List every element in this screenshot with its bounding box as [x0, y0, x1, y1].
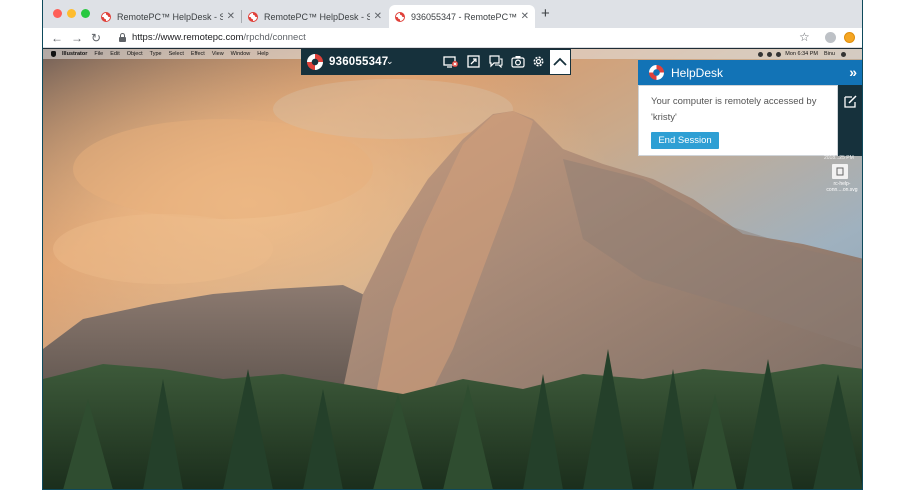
- bookmark-star-icon[interactable]: ☆: [799, 30, 810, 45]
- menubar-item-select[interactable]: Select: [169, 51, 184, 57]
- settings-icon[interactable]: [532, 55, 546, 68]
- menubar-item-view[interactable]: View: [212, 51, 224, 57]
- remotepc-logo-icon: [307, 54, 323, 70]
- tab-title: 936055347 - RemotePC™ He: [411, 11, 517, 22]
- close-window-button[interactable]: [53, 9, 62, 18]
- helpdesk-header: HelpDesk »: [638, 60, 862, 85]
- menubar-app-name[interactable]: Illustrator: [62, 51, 87, 57]
- status-icon[interactable]: [767, 51, 773, 57]
- chevron-down-icon[interactable]: ⌄: [386, 54, 394, 68]
- browser-tab-2[interactable]: RemotePC™ HelpDesk - Servi ✕: [242, 5, 388, 28]
- tab-close-icon[interactable]: ✕: [374, 11, 382, 22]
- camera-icon[interactable]: [511, 55, 525, 68]
- session-message: Your computer is remotely accessed by 'k…: [651, 96, 817, 123]
- file-icon[interactable]: [832, 164, 848, 179]
- browser-toolbar: ← → ↻ https://www.remotepc.com/rpchd/con…: [43, 28, 862, 48]
- tab-title: RemotePC™ HelpDesk - Servi: [264, 11, 370, 22]
- menubar-item-object[interactable]: Object: [127, 51, 143, 57]
- mac-status-area: Mon 6:34 PM Binu: [758, 49, 850, 59]
- remotepc-favicon-icon: [248, 11, 258, 22]
- desktop-timestamp: 2018...25 PM: [824, 155, 854, 161]
- remote-desktop-view[interactable]: Illustrator File Edit Object Type Select…: [43, 49, 862, 489]
- menubar-clock[interactable]: Mon 6:34 PM: [785, 51, 818, 57]
- tab-close-icon[interactable]: ✕: [227, 11, 235, 22]
- disconnect-screen-icon[interactable]: [443, 55, 458, 68]
- wifi-icon[interactable]: [776, 51, 782, 57]
- extension-icon[interactable]: [844, 32, 855, 43]
- apple-logo-icon[interactable]: [51, 51, 56, 57]
- menubar-item-edit[interactable]: Edit: [110, 51, 119, 57]
- menubar-item-type[interactable]: Type: [150, 51, 162, 57]
- reload-button[interactable]: ↻: [91, 30, 101, 46]
- helpdesk-panel: HelpDesk » Your computer is remotely acc…: [638, 60, 862, 156]
- helpdesk-sidebar: [838, 85, 862, 156]
- status-icon[interactable]: [758, 51, 764, 57]
- lock-icon: [119, 33, 126, 42]
- menubar-item-window[interactable]: Window: [231, 51, 251, 57]
- profile-avatar-icon[interactable]: [825, 32, 836, 43]
- chevron-up-icon: [553, 57, 567, 66]
- zoom-window-button[interactable]: [81, 9, 90, 18]
- menubar-item-effect[interactable]: Effect: [191, 51, 205, 57]
- forward-button[interactable]: →: [71, 30, 83, 46]
- collapse-toolbar-button[interactable]: [549, 49, 571, 75]
- remotepc-toolbar: 936055347 ⌄: [301, 49, 571, 75]
- browser-tab-3-active[interactable]: 936055347 - RemotePC™ He ✕: [389, 5, 535, 28]
- desktop-file-label[interactable]: rc-help-conn....on.svg: [825, 181, 859, 193]
- tab-close-icon[interactable]: ✕: [521, 11, 529, 22]
- tab-title: RemotePC™ HelpDesk - Servi: [117, 11, 223, 22]
- remotepc-logo-icon: [649, 65, 664, 80]
- computer-id[interactable]: 936055347: [329, 55, 388, 69]
- url-host: https://www.remotepc.com: [132, 32, 244, 43]
- menubar-item-file[interactable]: File: [94, 51, 103, 57]
- helpdesk-title: HelpDesk: [671, 66, 724, 80]
- end-session-button[interactable]: End Session: [651, 132, 719, 149]
- url-path: /rpchd/connect: [243, 32, 306, 43]
- menubar-item-help[interactable]: Help: [257, 51, 268, 57]
- search-icon[interactable]: [841, 51, 846, 57]
- back-button[interactable]: ←: [51, 30, 63, 46]
- menubar-user[interactable]: Binu: [824, 51, 835, 57]
- new-tab-button[interactable]: +: [541, 6, 550, 22]
- chat-icon[interactable]: [489, 55, 503, 68]
- remotepc-favicon-icon: [101, 11, 111, 22]
- edit-icon[interactable]: [844, 95, 858, 113]
- tab-strip: RemotePC™ HelpDesk - Servi ✕ RemotePC™ H…: [43, 0, 862, 28]
- remotepc-favicon-icon: [395, 11, 405, 22]
- expand-panel-icon[interactable]: »: [849, 64, 857, 80]
- browser-tab-1[interactable]: RemotePC™ HelpDesk - Servi ✕: [95, 5, 241, 28]
- resize-icon[interactable]: [467, 55, 481, 68]
- browser-window: RemotePC™ HelpDesk - Servi ✕ RemotePC™ H…: [42, 0, 863, 490]
- minimize-window-button[interactable]: [67, 9, 76, 18]
- helpdesk-body: Your computer is remotely accessed by 'k…: [638, 85, 838, 156]
- address-bar[interactable]: https://www.remotepc.com/rpchd/connect: [132, 31, 306, 45]
